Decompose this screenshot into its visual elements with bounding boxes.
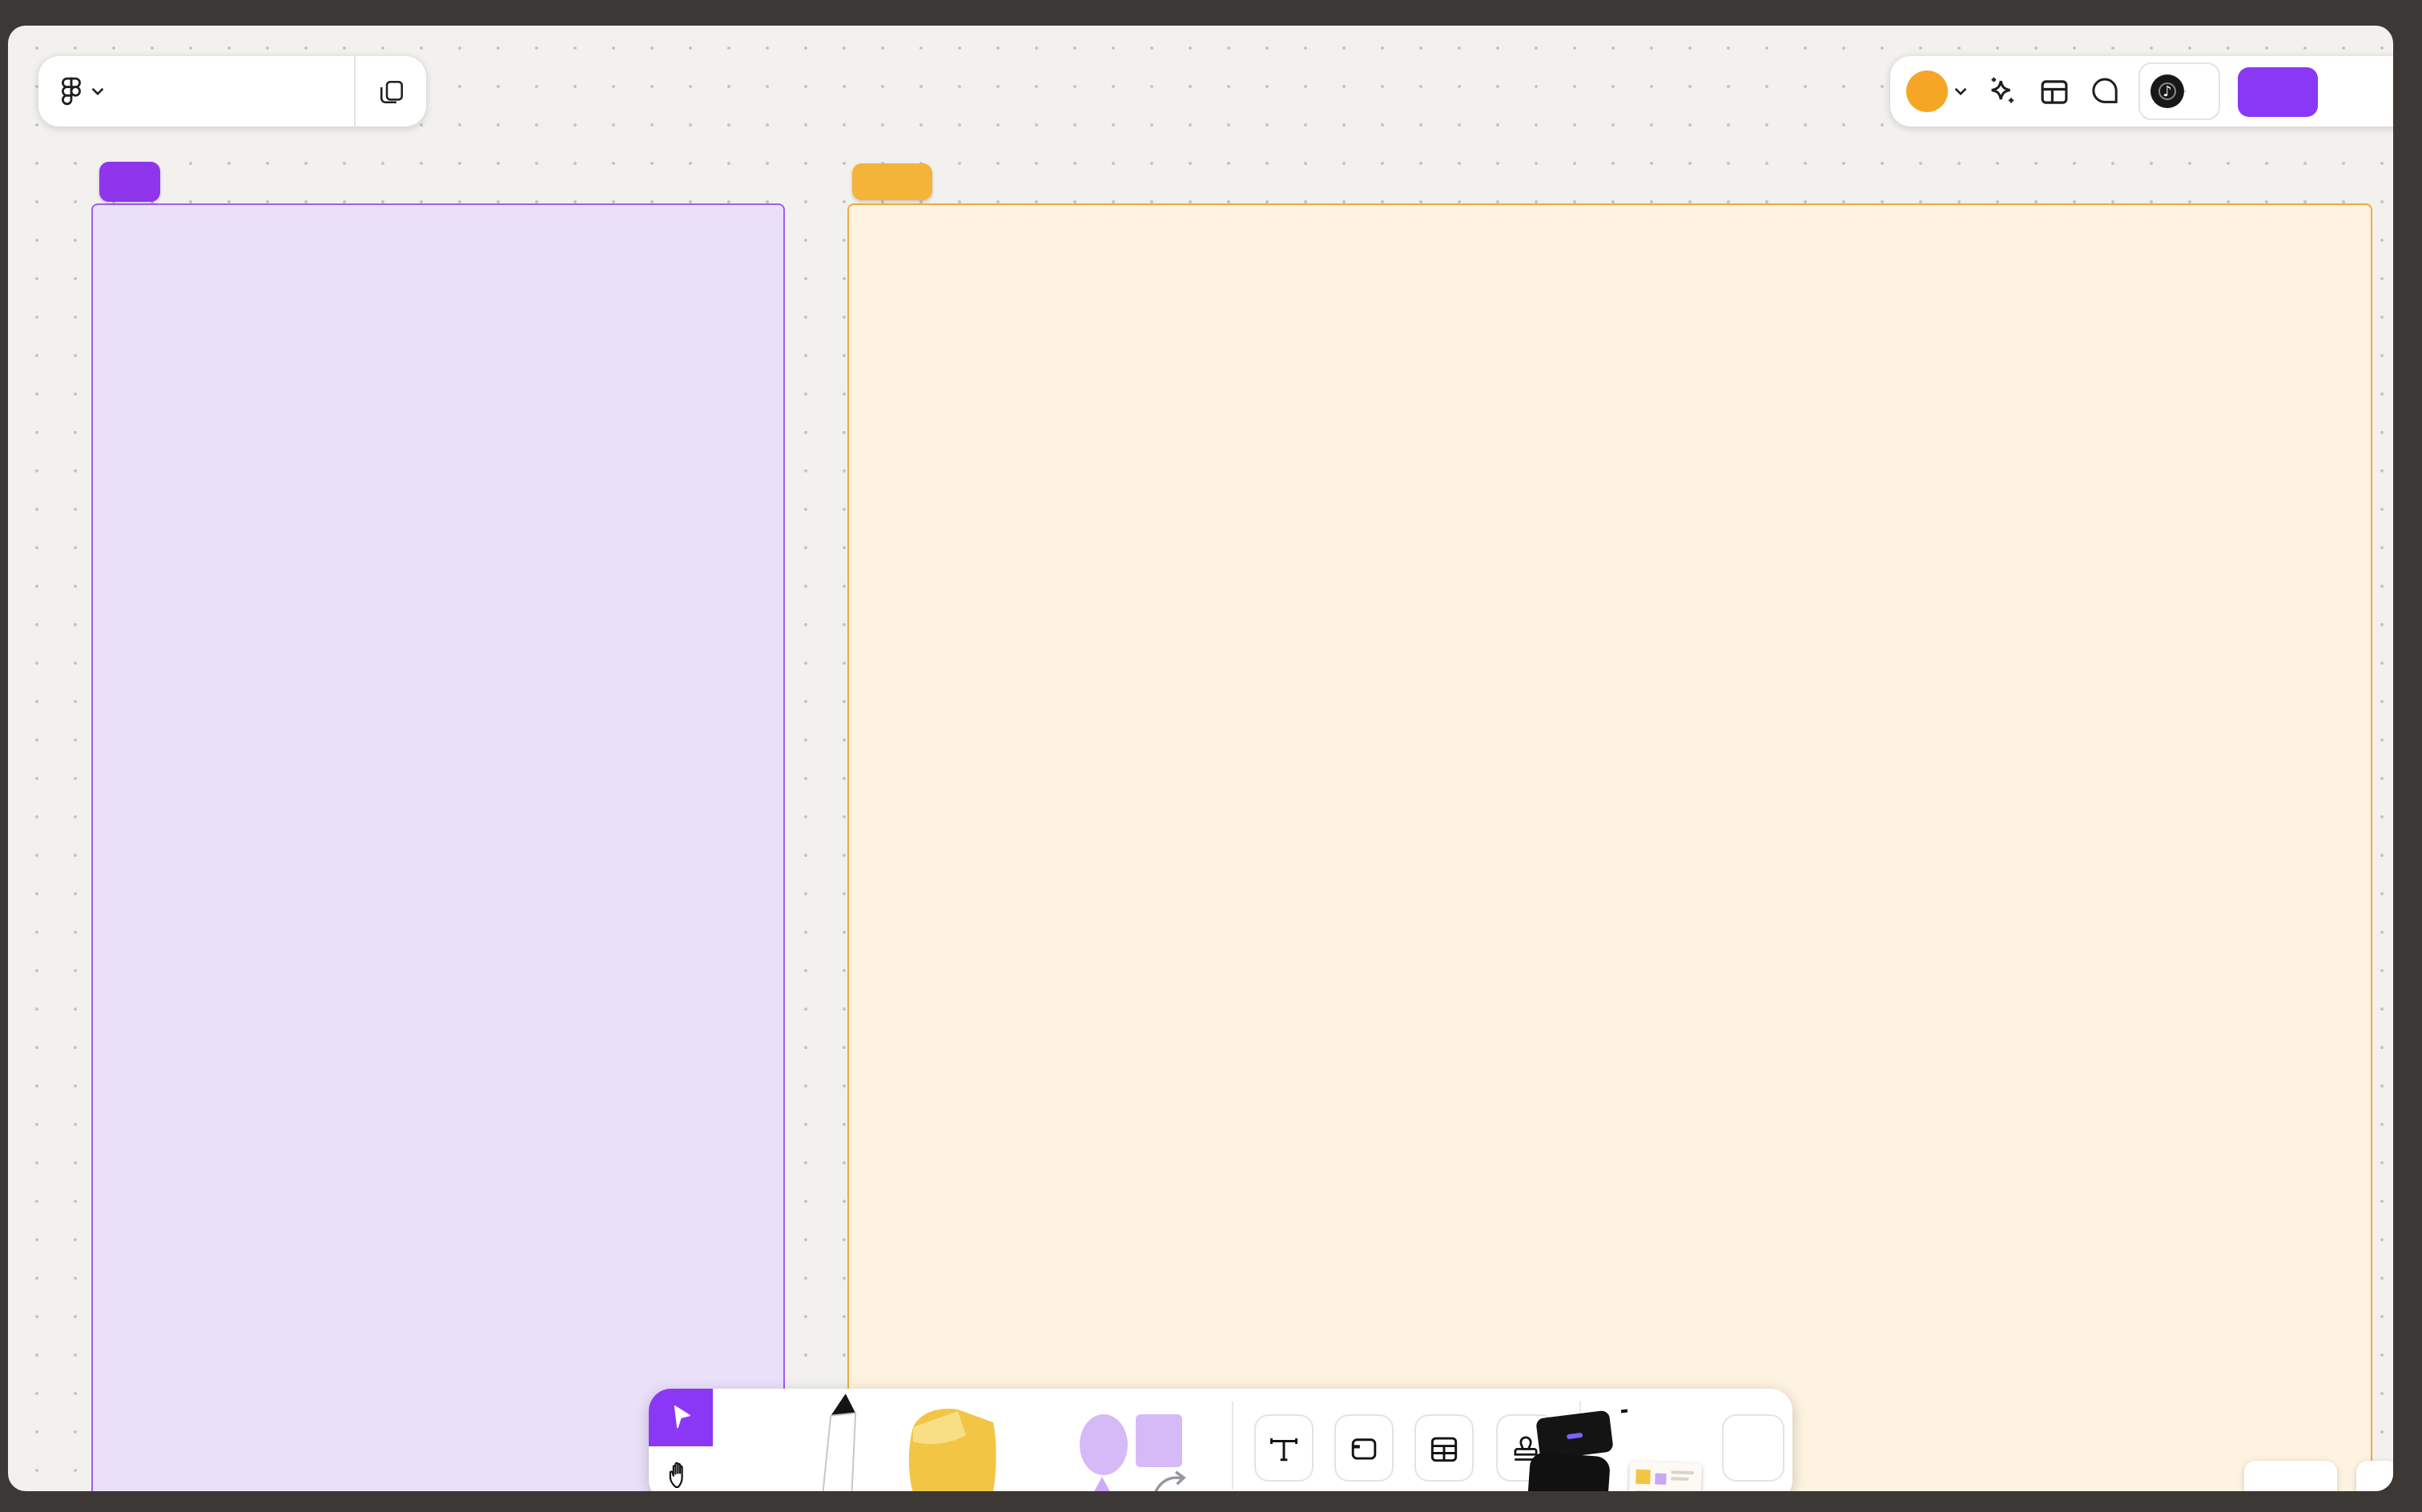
select-tool-button[interactable] [649,1389,713,1446]
share-button[interactable] [2238,66,2318,116]
templates-layout-icon[interactable] [2038,74,2071,108]
svg-text:♪: ♪ [2162,83,2172,100]
chevron-down-icon[interactable] [91,86,104,96]
zoom-controls [2244,1461,2337,1491]
file-menu[interactable] [38,56,354,127]
section-tool-button[interactable] [1334,1414,1394,1482]
duplicate-page-button[interactable] [356,56,426,127]
add-widget-button[interactable] [1722,1414,1784,1482]
comment-bubble-icon[interactable] [2089,75,2121,107]
figjam-window: ♪ [8,26,2393,1491]
timer-30-widget[interactable] [1525,1451,1611,1491]
chevron-down-icon[interactable] [1954,86,1967,96]
record-star-sticker: ♪ [2148,70,2196,112]
template-thumbnail[interactable] [1627,1461,1703,1491]
desktop-background: ♪ [0,0,2422,1512]
board-canvas[interactable] [8,26,2393,1491]
connector-arrow-tool[interactable] [1149,1469,1190,1491]
notes-layer [8,26,2393,1491]
figma-logo-icon[interactable] [61,76,82,107]
sticky-note-stack-tool[interactable] [902,1398,1008,1491]
marker-pen-tool[interactable] [803,1389,875,1491]
music-timer-widget[interactable]: ♪ [2138,62,2220,120]
triangle-shape-tool[interactable] [1080,1477,1124,1491]
ai-sparkle-icon[interactable] [1985,74,2020,109]
help-button[interactable] [2356,1461,2393,1491]
score-100-widget[interactable] [1620,1409,1628,1413]
text-tool-button[interactable] [1254,1414,1314,1482]
top-right-toolbar: ♪ [1890,56,2393,127]
table-tool-button[interactable] [1414,1414,1474,1482]
section-badge-ideas[interactable] [99,162,160,202]
file-header-pill [38,56,426,127]
user-avatar[interactable] [1906,70,1948,112]
square-shape-tool[interactable] [1136,1414,1182,1467]
ellipse-shape-tool[interactable] [1078,1413,1129,1485]
hand-tool-button[interactable] [649,1446,713,1491]
tool-dock [649,1389,1792,1491]
section-badge-voting[interactable] [852,163,932,200]
